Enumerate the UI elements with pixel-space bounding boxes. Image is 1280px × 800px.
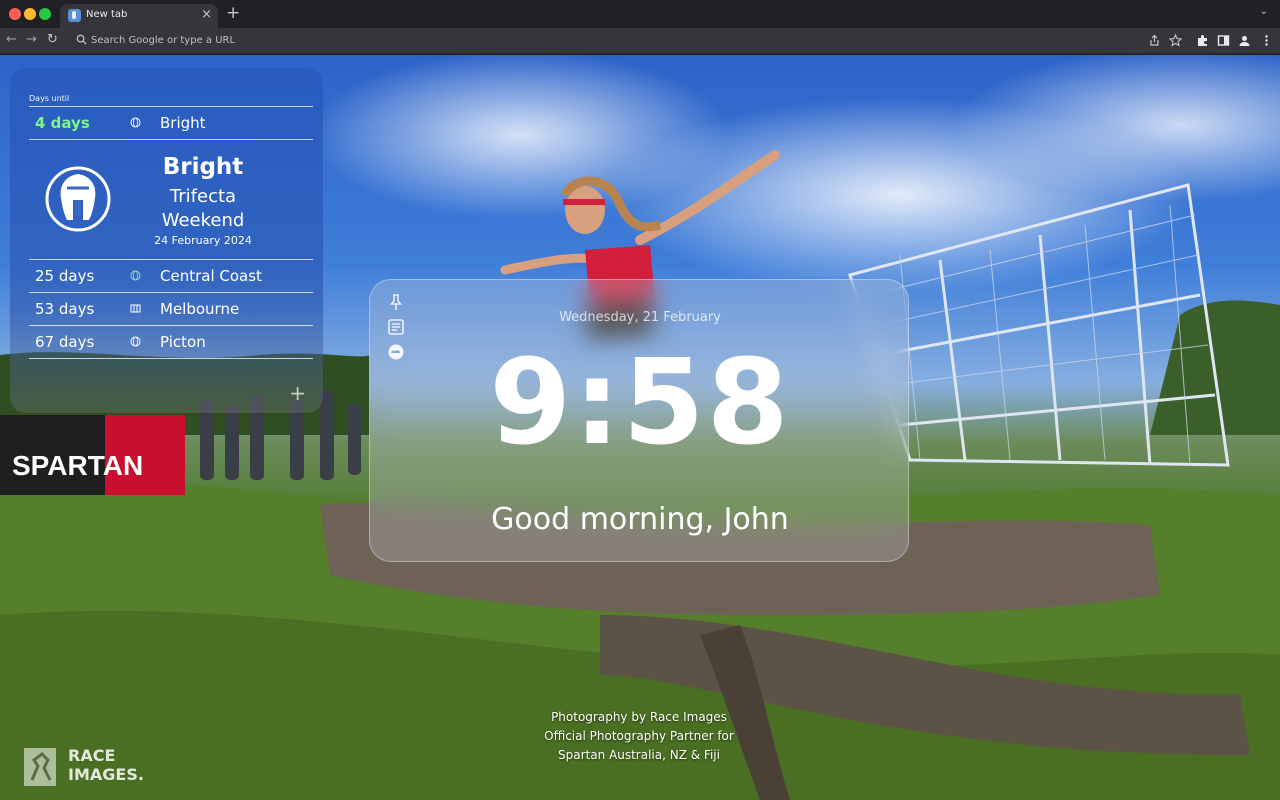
maximize-window-button[interactable] xyxy=(39,8,51,20)
featured-event-date: 24 February 2024 xyxy=(154,234,252,247)
photo-credit: Photography by Race Images Official Phot… xyxy=(500,708,778,765)
divider xyxy=(29,259,313,260)
countdown-row[interactable]: 53 days Melbourne xyxy=(35,298,313,322)
tab-search-button[interactable]: ⌄ xyxy=(1260,6,1268,17)
divider xyxy=(29,358,313,359)
globe-icon xyxy=(130,117,141,128)
countdown-days: 67 days xyxy=(35,333,95,351)
back-button[interactable]: ← xyxy=(6,32,17,48)
race-images-wordmark: RACE IMAGES. xyxy=(68,746,144,784)
countdown-row[interactable]: 67 days Picton xyxy=(35,331,313,355)
globe-icon xyxy=(130,336,141,347)
logo-line: RACE xyxy=(68,746,116,765)
tab-title: New tab xyxy=(86,9,128,20)
tab-close-button[interactable]: × xyxy=(201,7,212,23)
tab-strip: New tab × + ⌄ xyxy=(0,0,1280,28)
spartan-helmet-icon xyxy=(45,166,111,232)
divider xyxy=(29,106,313,107)
address-bar[interactable]: Search Google or type a URL xyxy=(70,31,1134,51)
event-countdown-widget: Days until 4 days Bright Bright Trifecta… xyxy=(10,68,323,413)
share-icon[interactable] xyxy=(1148,34,1161,47)
extensions-icon[interactable] xyxy=(1196,34,1209,47)
clock-time: 9:58 xyxy=(489,333,791,471)
globe-icon xyxy=(130,270,141,281)
new-tab-button[interactable]: + xyxy=(226,3,240,23)
photo-credit-line: Official Photography Partner for xyxy=(544,729,734,743)
profile-icon[interactable] xyxy=(1238,34,1251,47)
close-window-button[interactable] xyxy=(9,8,21,20)
tab-new-tab[interactable]: New tab × xyxy=(60,4,218,28)
reload-button[interactable]: ↻ xyxy=(47,32,58,48)
photo-credit-line: Photography by Race Images xyxy=(551,710,727,724)
countdown-header: Days until xyxy=(29,94,70,103)
countdown-place: Central Coast xyxy=(160,267,262,285)
featured-event-name: Bright xyxy=(162,154,244,180)
countdown-days: 25 days xyxy=(35,267,95,285)
side-panel-icon[interactable] xyxy=(1217,34,1230,47)
spartan-banner-text: SPARTAN xyxy=(12,450,143,481)
countdown-row[interactable]: 25 days Central Coast xyxy=(35,265,313,289)
race-images-logo[interactable]: RACE IMAGES. xyxy=(22,746,152,790)
minimize-window-button[interactable] xyxy=(24,8,36,20)
countdown-days: 53 days xyxy=(35,300,95,318)
countdown-place: Melbourne xyxy=(160,300,240,318)
divider xyxy=(29,325,313,326)
featured-event-line2: Weekend xyxy=(161,210,245,231)
featured-event-line1: Trifecta xyxy=(169,186,237,207)
clock-date: Wednesday, 21 February xyxy=(559,310,721,325)
greeting-text: Good morning, John xyxy=(491,502,789,537)
pin-icon[interactable] xyxy=(387,293,405,311)
race-images-emblem-icon xyxy=(24,748,56,786)
forward-button[interactable]: → xyxy=(26,32,37,48)
browser-toolbar: ← → ↻ Search Google or type a URL xyxy=(0,28,1280,54)
clock-panel: Wednesday, 21 February 9:58 Good morning… xyxy=(369,279,909,562)
tab-favicon-icon xyxy=(68,9,81,22)
bookmark-star-icon[interactable] xyxy=(1169,34,1182,47)
photo-credit-line: Spartan Australia, NZ & Fiji xyxy=(558,748,720,762)
countdown-row-next[interactable]: 4 days Bright xyxy=(35,112,313,136)
search-icon xyxy=(76,34,87,45)
add-event-button[interactable]: + xyxy=(289,383,306,403)
address-bar-placeholder: Search Google or type a URL xyxy=(91,35,236,46)
stadium-icon xyxy=(130,304,141,313)
countdown-place: Picton xyxy=(160,333,206,351)
divider xyxy=(29,292,313,293)
countdown-place: Bright xyxy=(160,114,206,132)
divider xyxy=(29,139,313,140)
countdown-days: 4 days xyxy=(35,114,90,132)
menu-icon[interactable] xyxy=(1260,34,1273,47)
logo-line: IMAGES. xyxy=(68,765,144,784)
